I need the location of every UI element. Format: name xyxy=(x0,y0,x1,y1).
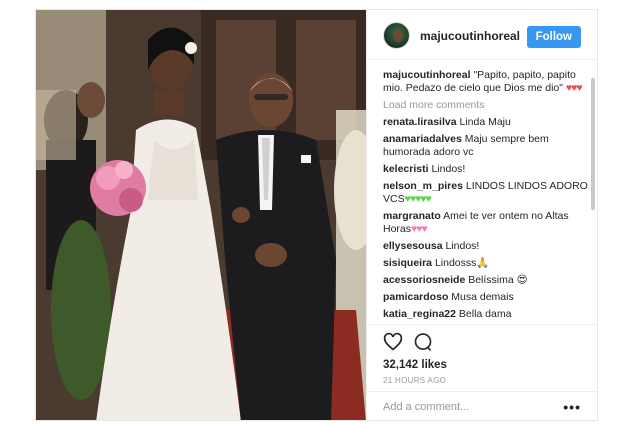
comment-username[interactable]: anamariadalves xyxy=(383,133,462,145)
divider xyxy=(367,391,597,392)
comment-item: pamicardoso Musa demais xyxy=(383,291,588,304)
caption: majucoutinhoreal "Papito, papito, papito… xyxy=(383,69,588,95)
caption-hearts: ♥♥♥ xyxy=(565,82,583,94)
comment-username[interactable]: renata.lirasilva xyxy=(383,116,457,128)
comment-list: majucoutinhoreal "Papito, papito, papito… xyxy=(383,69,588,324)
comment-username[interactable]: katia_regina22 xyxy=(383,308,456,320)
comment-item: ellysesousa Lindos! xyxy=(383,240,588,253)
follow-button[interactable]: Follow xyxy=(526,26,581,48)
comment-item: margranato Amei te ver ontem no Altas Ho… xyxy=(383,210,588,236)
comment-item: anamariadalves Maju sempre bem humorada … xyxy=(383,133,588,159)
comment-username[interactable]: pamicardoso xyxy=(383,291,448,303)
comment-username[interactable]: acessoriosneide xyxy=(383,274,465,286)
post-sidebar: majucoutinhoreal Follow majucoutinhoreal… xyxy=(366,10,597,420)
comment-item: acessoriosneide Belíssima 😍 xyxy=(383,274,588,287)
comment-bubble-icon[interactable] xyxy=(413,332,433,352)
comment-text: Bella dama xyxy=(458,308,512,320)
post-username[interactable]: majucoutinhoreal xyxy=(420,29,520,43)
heart-icon[interactable] xyxy=(383,332,403,352)
comment-item: renata.lirasilva Linda Maju xyxy=(383,116,588,129)
more-options-icon[interactable]: ••• xyxy=(563,400,581,414)
comment-text: Lindos! xyxy=(445,240,480,252)
caption-username[interactable]: majucoutinhoreal xyxy=(383,69,471,81)
comment-username[interactable]: kelecristi xyxy=(383,163,429,175)
add-comment-input[interactable] xyxy=(383,399,553,415)
green-hearts-emoji: ♥♥♥♥♥ xyxy=(404,193,432,205)
comment-item: kelecristi Lindos! xyxy=(383,163,588,176)
comment-text: Lindos! xyxy=(431,163,466,175)
comment-username[interactable]: ellysesousa xyxy=(383,240,443,252)
comment-username[interactable]: sisiqueira xyxy=(383,257,432,269)
comment-item: nelson_m_pires LINDOS LINDOS ADORO VCS♥♥… xyxy=(383,180,588,206)
comment-text: Linda Maju xyxy=(459,116,511,128)
load-more-comments-link[interactable]: Load more comments xyxy=(383,99,588,112)
like-count[interactable]: 32,142 likes xyxy=(383,359,447,371)
instagram-post-card: majucoutinhoreal Follow majucoutinhoreal… xyxy=(35,9,598,421)
comment-item: katia_regina22 Bella dama xyxy=(383,308,588,321)
post-photo[interactable] xyxy=(36,10,366,420)
wedding-photo-illustration xyxy=(36,10,366,420)
pink-hearts-emoji: ♥♥♥ xyxy=(411,223,428,235)
comment-item: sisiqueira Lindosss🙏 xyxy=(383,257,588,270)
divider xyxy=(367,324,597,325)
heart-eyes-emoji: 😍 xyxy=(516,274,528,286)
comments-scrollbar[interactable] xyxy=(591,78,595,210)
post-timestamp[interactable]: 21 HOURS AGO xyxy=(383,376,446,385)
comment-username[interactable]: margranato xyxy=(383,210,441,222)
post-header: majucoutinhoreal Follow xyxy=(367,10,597,60)
comment-text: Musa demais xyxy=(451,291,514,303)
comment-username[interactable]: nelson_m_pires xyxy=(383,180,463,192)
comment-text: Lindosss xyxy=(434,257,477,269)
praying-hands-emoji: 🙏 xyxy=(476,257,490,269)
avatar[interactable] xyxy=(383,22,410,49)
comment-text: Belíssima xyxy=(468,274,514,286)
